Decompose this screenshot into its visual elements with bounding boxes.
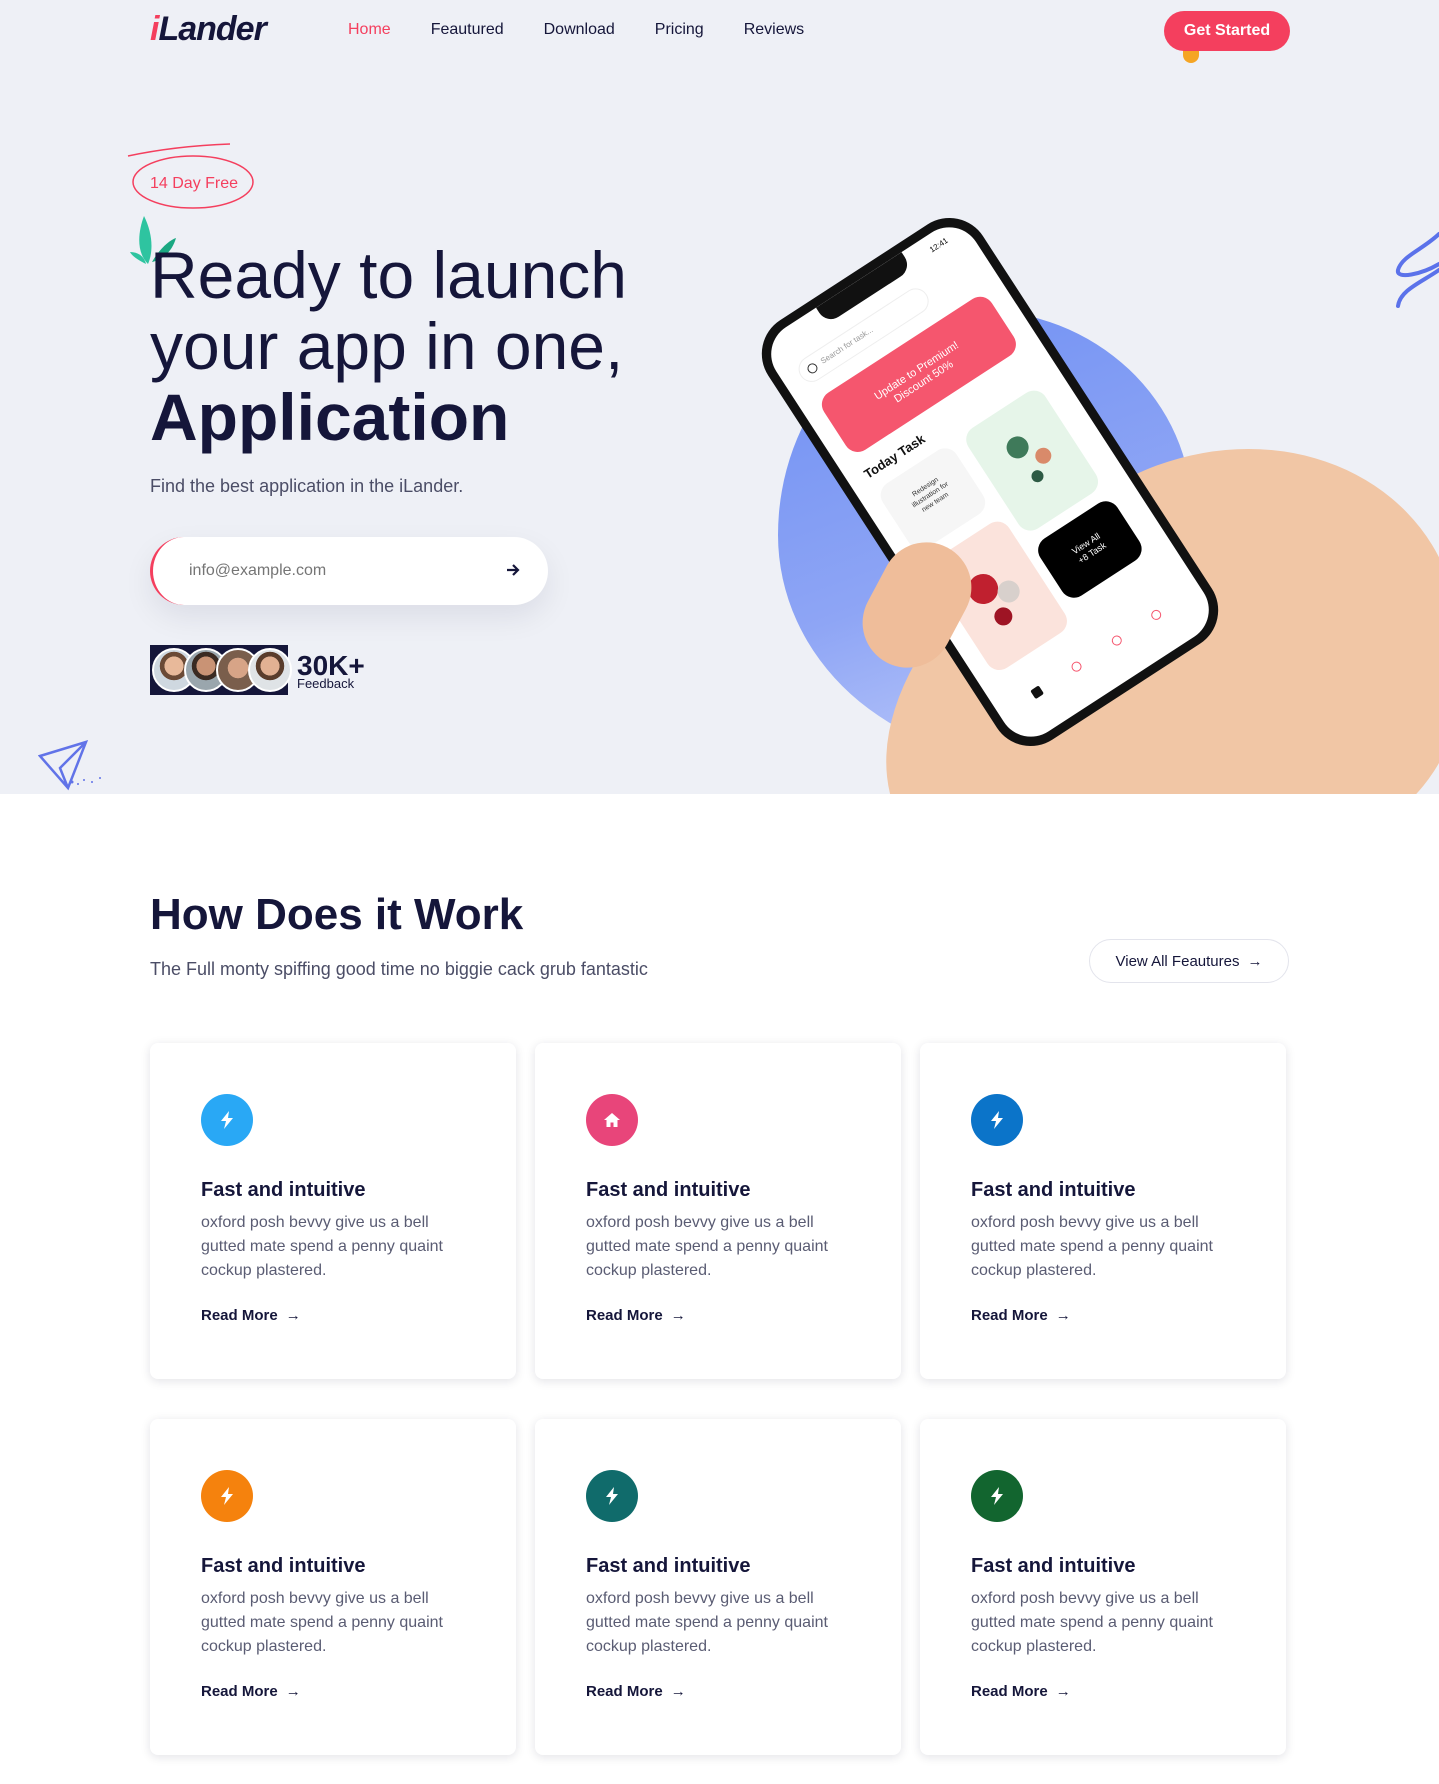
nav-link-featured[interactable]: Feautured <box>431 21 504 39</box>
art-shape <box>993 576 1024 607</box>
art-shape <box>1032 444 1055 467</box>
arrow-right-icon: → <box>1055 1683 1071 1700</box>
home-icon <box>586 1094 638 1146</box>
grid-icon <box>1029 685 1044 700</box>
feature-card-title: Fast and intuitive <box>586 1555 751 1577</box>
read-more-link[interactable]: Read More → <box>201 1307 301 1324</box>
feature-card: Fast and intuitive oxford posh bevvy give… <box>920 1419 1286 1755</box>
nav-link-download[interactable]: Download <box>544 21 615 39</box>
arrow-right-icon: → <box>670 1307 686 1324</box>
clock-icon <box>1109 633 1124 648</box>
arrow-right-icon <box>507 563 520 576</box>
feature-card: Fast and intuitive oxford posh bevvy give… <box>920 1043 1286 1379</box>
art-shape <box>990 603 1016 629</box>
read-more-label: Read More <box>586 1307 663 1324</box>
read-more-label: Read More <box>201 1683 278 1700</box>
nav-link-home[interactable]: Home <box>348 21 391 39</box>
nav-link-reviews[interactable]: Reviews <box>744 21 804 39</box>
nav-links: Home Feautured Download Pricing Reviews <box>348 21 844 39</box>
feature-card-title: Fast and intuitive <box>201 1555 366 1577</box>
view-all-features-button[interactable]: View All Feautures → <box>1089 939 1289 983</box>
bolt-icon <box>201 1094 253 1146</box>
hero-title-line-2: your app in one, <box>150 309 624 383</box>
phone-time: 12:41 <box>927 235 950 255</box>
feature-card-text: oxford posh bevvy give us a bell gutted … <box>971 1214 1213 1279</box>
arrow-right-icon: → <box>285 1683 301 1700</box>
feature-card-text: oxford posh bevvy give us a bell gutted … <box>201 1214 443 1279</box>
arrow-right-icon: → <box>1055 1307 1071 1324</box>
bolt-icon <box>586 1470 638 1522</box>
feature-card-title: Fast and intuitive <box>201 1179 366 1201</box>
feedback-label: Feedback <box>297 676 355 691</box>
art-shape <box>1002 432 1033 463</box>
section-subtitle: The Full monty spiffing good time no big… <box>150 959 648 979</box>
read-more-label: Read More <box>971 1307 1048 1324</box>
art-shape <box>1029 467 1046 485</box>
feature-card-title: Fast and intuitive <box>971 1179 1136 1201</box>
nav-link-pricing[interactable]: Pricing <box>655 21 704 39</box>
view-all-label: View All Feautures <box>1115 952 1240 970</box>
bolt-icon <box>971 1470 1023 1522</box>
read-more-link[interactable]: Read More → <box>586 1307 686 1324</box>
hero-subtitle: Find the best application in the iLander… <box>150 476 464 496</box>
user-icon <box>1149 607 1164 622</box>
feature-card: Fast and intuitive oxford posh bevvy give… <box>150 1043 516 1379</box>
avatar <box>248 648 292 692</box>
arrow-right-icon: → <box>670 1683 686 1700</box>
feature-card-title: Fast and intuitive <box>586 1179 751 1201</box>
hero-title: Ready to launch your app in one, Applica… <box>150 240 627 453</box>
feature-card: Fast and intuitive oxford posh bevvy give… <box>535 1419 901 1755</box>
squiggle-icon <box>1396 232 1439 308</box>
arrow-right-icon: → <box>1247 952 1263 970</box>
email-signup-form <box>150 537 548 605</box>
calendar-icon <box>1069 659 1084 674</box>
read-more-label: Read More <box>201 1307 278 1324</box>
arrow-right-icon: → <box>285 1307 301 1324</box>
phone-search-text: Search for task... <box>818 325 875 366</box>
section-title: How Does it Work <box>150 890 524 939</box>
top-nav: iLander Home Feautured Download Pricing … <box>0 0 1439 64</box>
email-input[interactable] <box>189 557 489 585</box>
feedback-avatars <box>150 645 292 695</box>
feature-card: Fast and intuitive oxford posh bevvy give… <box>535 1043 901 1379</box>
hero-title-line-3: Application <box>150 380 510 454</box>
logo[interactable]: iLander <box>150 10 267 49</box>
bolt-icon <box>971 1094 1023 1146</box>
feature-card-text: oxford posh bevvy give us a bell gutted … <box>586 1214 828 1279</box>
get-started-button[interactable]: Get Started <box>1164 11 1290 51</box>
read-more-link[interactable]: Read More → <box>201 1683 301 1700</box>
hero-title-line-1: Ready to launch <box>150 238 627 312</box>
bolt-icon <box>201 1470 253 1522</box>
read-more-label: Read More <box>971 1683 1048 1700</box>
search-icon <box>805 361 820 376</box>
read-more-link[interactable]: Read More → <box>971 1307 1071 1324</box>
feature-card-text: oxford posh bevvy give us a bell gutted … <box>971 1590 1213 1655</box>
feature-card-title: Fast and intuitive <box>971 1555 1136 1577</box>
feature-card: Fast and intuitive oxford posh bevvy give… <box>150 1419 516 1755</box>
feature-card-text: oxford posh bevvy give us a bell gutted … <box>586 1590 828 1655</box>
logo-text: Lander <box>158 10 266 48</box>
email-submit-button[interactable] <box>497 555 529 587</box>
free-trial-badge: 14 Day Free <box>150 175 239 192</box>
paper-plane-icon <box>38 740 101 791</box>
feature-card-text: oxford posh bevvy give us a bell gutted … <box>201 1590 443 1655</box>
read-more-link[interactable]: Read More → <box>586 1683 686 1700</box>
hero-section: iLander Home Feautured Download Pricing … <box>0 0 1439 794</box>
read-more-label: Read More <box>586 1683 663 1700</box>
read-more-link[interactable]: Read More → <box>971 1683 1071 1700</box>
